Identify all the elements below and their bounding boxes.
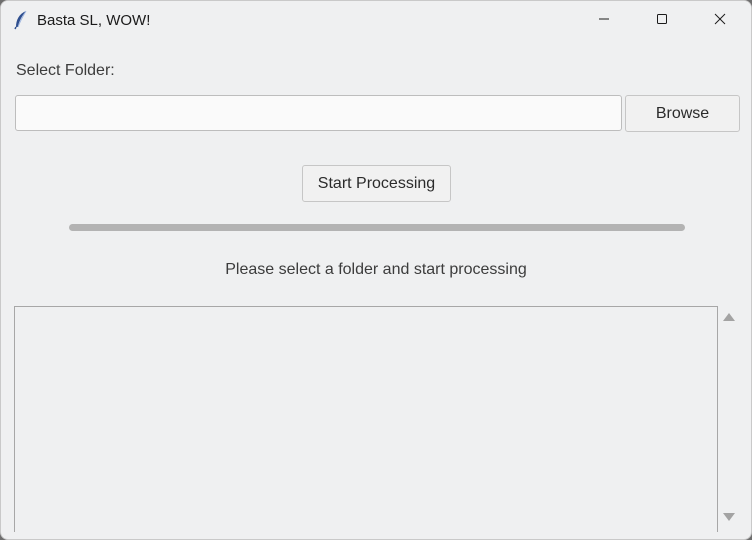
- minimize-icon: [598, 12, 610, 30]
- maximize-button[interactable]: [633, 1, 691, 41]
- log-scrollbar[interactable]: [719, 306, 741, 532]
- start-processing-button[interactable]: Start Processing: [302, 165, 451, 202]
- status-text: Please select a folder and start process…: [225, 261, 527, 278]
- feather-icon: [13, 10, 29, 30]
- minimize-button[interactable]: [575, 1, 633, 41]
- browse-button[interactable]: Browse: [625, 95, 740, 132]
- progress-bar: [69, 224, 685, 231]
- scroll-up-arrow-icon[interactable]: [723, 313, 735, 321]
- app-window: Basta SL, WOW! Select Folder: Browse Sta…: [0, 0, 752, 540]
- select-folder-label: Select Folder:: [16, 62, 115, 79]
- scroll-down-arrow-icon[interactable]: [723, 513, 735, 521]
- window-title: Basta SL, WOW!: [37, 12, 151, 29]
- close-button[interactable]: [691, 1, 749, 41]
- title-bar[interactable]: Basta SL, WOW!: [1, 1, 751, 41]
- maximize-icon: [656, 12, 668, 30]
- folder-path-input[interactable]: [15, 95, 622, 131]
- log-text-area[interactable]: [14, 306, 718, 532]
- close-icon: [714, 12, 726, 30]
